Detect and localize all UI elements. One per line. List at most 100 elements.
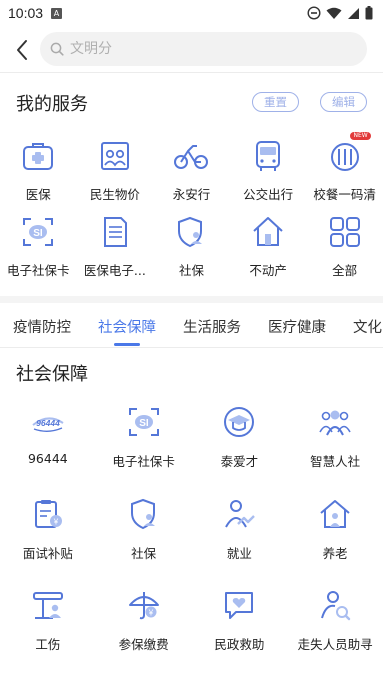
service-label: 民生物价 [89,187,140,202]
section-separator [0,296,383,303]
service-label: 校餐一码清 [313,187,376,202]
item-smart-hr[interactable]: 智慧人社 [287,402,383,470]
item-label: 养老 [322,546,348,561]
svg-text:96444: 96444 [36,418,60,428]
item-civil-aid[interactable]: 民政救助 [192,585,288,653]
svg-text:¥: ¥ [53,518,59,527]
tab-culture[interactable]: 文化 [353,316,382,337]
wifi-icon [326,7,342,19]
social-card-scan-icon: SI [18,212,58,252]
tab-social-security[interactable]: 社会保障 [98,316,156,337]
item-interview-subsidy[interactable]: ¥ 面试补贴 [0,494,96,562]
back-button[interactable] [2,30,42,70]
status-bar: 10:03 A [0,0,383,26]
service-real-estate[interactable]: 不动产 [230,212,307,279]
hotline-logo-icon: 96444 [28,402,68,442]
svg-text:SI: SI [34,228,44,239]
section-row-3: 工伤 ¥ 参保缴费 民政救助 走失人员助寻 [0,585,383,653]
service-label: 医保 [25,187,51,202]
shield-person-icon [124,494,164,534]
home-elder-icon [315,494,355,534]
price-board-icon [95,136,135,176]
graduate-cap-icon [219,402,259,442]
item-tai-ai-cai[interactable]: 泰爱才 [192,402,288,470]
shield-person-icon [171,212,211,252]
search-bar [0,28,383,72]
item-label: 96444 [27,451,68,466]
reset-button[interactable]: 重置 [252,92,299,112]
item-employment[interactable]: 就业 [192,494,288,562]
service-bus[interactable]: 公交出行 [230,136,307,203]
battery-icon [365,6,373,20]
status-time: 10:03 [8,5,44,21]
item-work-injury[interactable]: 工伤 [0,585,96,653]
edit-button[interactable]: 编辑 [320,92,367,112]
category-tabs: 疫情防控 社会保障 生活服务 医疗健康 文化 [0,304,383,348]
header-divider [0,72,383,73]
document-icon [95,212,135,252]
svg-text:¥: ¥ [147,609,153,618]
service-label: 永安行 [172,187,211,202]
service-medical-e-cert[interactable]: 医保电子... [77,212,154,279]
tab-life-services[interactable]: 生活服务 [183,316,241,337]
service-bike[interactable]: 永安行 [153,136,230,203]
tab-active-indicator [114,343,140,346]
item-label: 工伤 [35,637,61,652]
heart-message-icon [219,585,259,625]
bus-icon [248,136,288,176]
notification-icon: A [51,7,63,19]
item-social-security[interactable]: 社保 [96,494,192,562]
person-chart-icon [219,494,259,534]
my-services-row-1: 医保 民生物价 永安行 公交出行 NEW 校餐一码清 [0,132,383,203]
tab-medical-health[interactable]: 医疗健康 [268,316,326,337]
service-e-social-card[interactable]: SI 电子社保卡 [0,212,77,279]
svg-text:SI: SI [139,418,149,429]
my-services-title: 我的服务 [16,94,88,115]
item-label: 电子社保卡 [112,454,175,469]
item-missing-person[interactable]: 走失人员助寻 [287,585,383,653]
item-label: 民政救助 [214,637,265,652]
section-row-2: ¥ 面试补贴 社保 就业 养老 [0,494,383,562]
section-row-1: 96444 96444 SI 电子社保卡 泰爱才 智慧人社 [0,402,383,470]
item-insurance-payment[interactable]: ¥ 参保缴费 [96,585,192,653]
signal-icon [348,7,359,19]
item-label: 走失人员助寻 [297,637,373,652]
status-icons [307,6,373,20]
service-medical-insurance[interactable]: 医保 [0,136,77,203]
section-title: 社会保障 [16,364,88,385]
search-input[interactable] [70,41,320,57]
service-label: 全部 [332,263,358,278]
umbrella-money-icon: ¥ [124,585,164,625]
clipboard-money-icon: ¥ [28,494,68,534]
service-school-meal[interactable]: NEW 校餐一码清 [306,132,383,203]
social-card-scan-icon: SI [124,402,164,442]
service-label: 医保电子... [83,263,146,278]
medical-kit-icon [18,136,58,176]
service-social-security[interactable]: 社保 [153,212,230,279]
person-search-icon [315,585,355,625]
do-not-disturb-icon [307,6,321,20]
item-96444[interactable]: 96444 96444 [0,402,96,470]
service-label: 不动产 [249,263,287,278]
my-services-header: 我的服务 重置 编辑 [0,86,383,120]
service-price[interactable]: 民生物价 [77,136,154,203]
service-label: 电子社保卡 [7,263,70,278]
chevron-left-icon [17,40,27,60]
work-injury-icon [28,585,68,625]
service-label: 社保 [178,263,204,278]
service-all[interactable]: 全部 [306,212,383,279]
search-box[interactable] [40,32,367,66]
item-label: 就业 [226,546,252,561]
tab-epidemic[interactable]: 疫情防控 [13,316,71,337]
item-label: 面试补贴 [22,546,73,561]
item-label: 泰爱才 [220,454,259,469]
bicycle-icon [171,136,211,176]
school-meal-icon: NEW [325,132,371,176]
item-e-social-card[interactable]: SI 电子社保卡 [96,402,192,470]
item-label: 社保 [131,546,157,561]
new-badge: NEW [350,132,371,140]
item-pension[interactable]: 养老 [287,494,383,562]
item-label: 参保缴费 [118,637,169,652]
my-services-row-2: SI 电子社保卡 医保电子... 社保 不动产 全部 [0,212,383,279]
item-label: 智慧人社 [310,454,361,469]
